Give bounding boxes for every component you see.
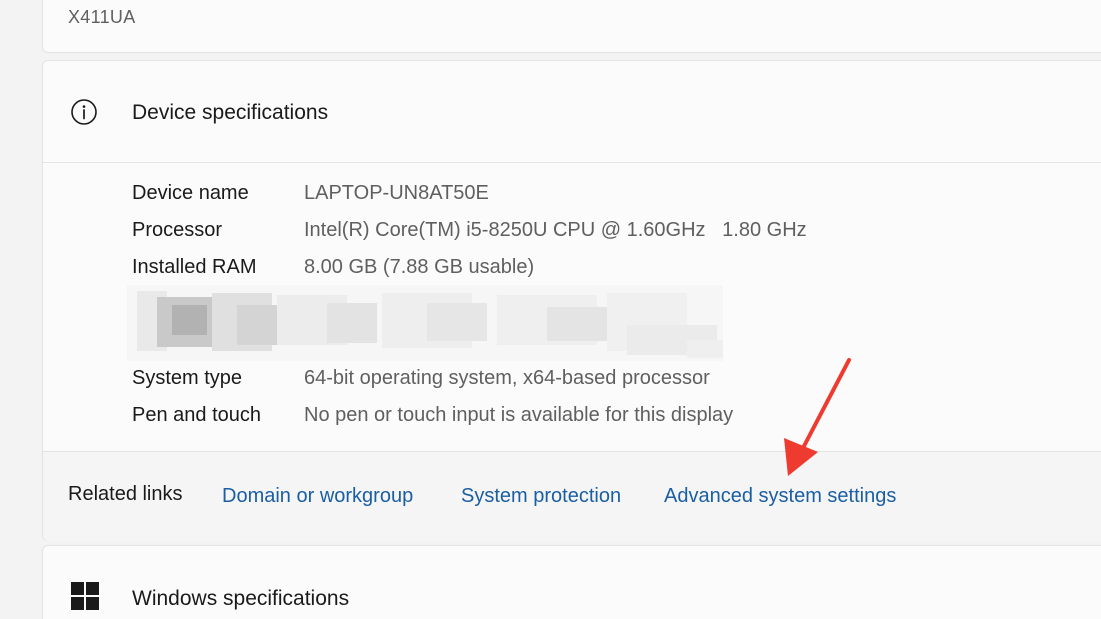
system-protection-link[interactable]: System protection bbox=[461, 485, 621, 508]
spec-label: System type bbox=[132, 367, 243, 389]
spec-value: No pen or touch input is available for t… bbox=[304, 404, 734, 426]
device-model-card: X411UA bbox=[42, 0, 1101, 53]
info-icon bbox=[71, 99, 97, 125]
device-specifications-header[interactable]: Device specifications bbox=[43, 61, 1101, 163]
device-model: X411UA bbox=[68, 7, 136, 27]
device-specifications-title: Device specifications bbox=[132, 101, 329, 124]
domain-or-workgroup-link[interactable]: Domain or workgroup bbox=[222, 485, 413, 508]
spec-value: 64-bit operating system, x64-based proce… bbox=[304, 367, 710, 389]
related-links-bar: Related links Domain or workgroup System… bbox=[43, 451, 1101, 541]
settings-about-page: X411UA Device specifications Device name… bbox=[0, 0, 1101, 619]
spec-label: Processor bbox=[132, 219, 223, 241]
spec-value: 8.00 GB (7.88 GB usable) bbox=[304, 256, 535, 278]
advanced-system-settings-link[interactable]: Advanced system settings bbox=[664, 485, 896, 508]
spec-value: LAPTOP-UN8AT50E bbox=[304, 182, 489, 204]
device-specifications-card: Device specifications Device name LAPTOP… bbox=[42, 60, 1101, 541]
spec-value: Intel(R) Core(TM) i5-8250U CPU @ 1.60GHz… bbox=[304, 219, 807, 241]
spec-label: Pen and touch bbox=[132, 404, 261, 426]
windows-specifications-card[interactable]: Windows specifications bbox=[42, 545, 1101, 619]
spec-label: Device name bbox=[132, 182, 249, 204]
windows-specifications-title: Windows specifications bbox=[132, 587, 350, 610]
spec-label: Installed RAM bbox=[132, 256, 257, 278]
related-links-label: Related links bbox=[68, 483, 183, 505]
windows-logo-icon bbox=[71, 582, 99, 610]
redacted-region bbox=[127, 285, 723, 361]
